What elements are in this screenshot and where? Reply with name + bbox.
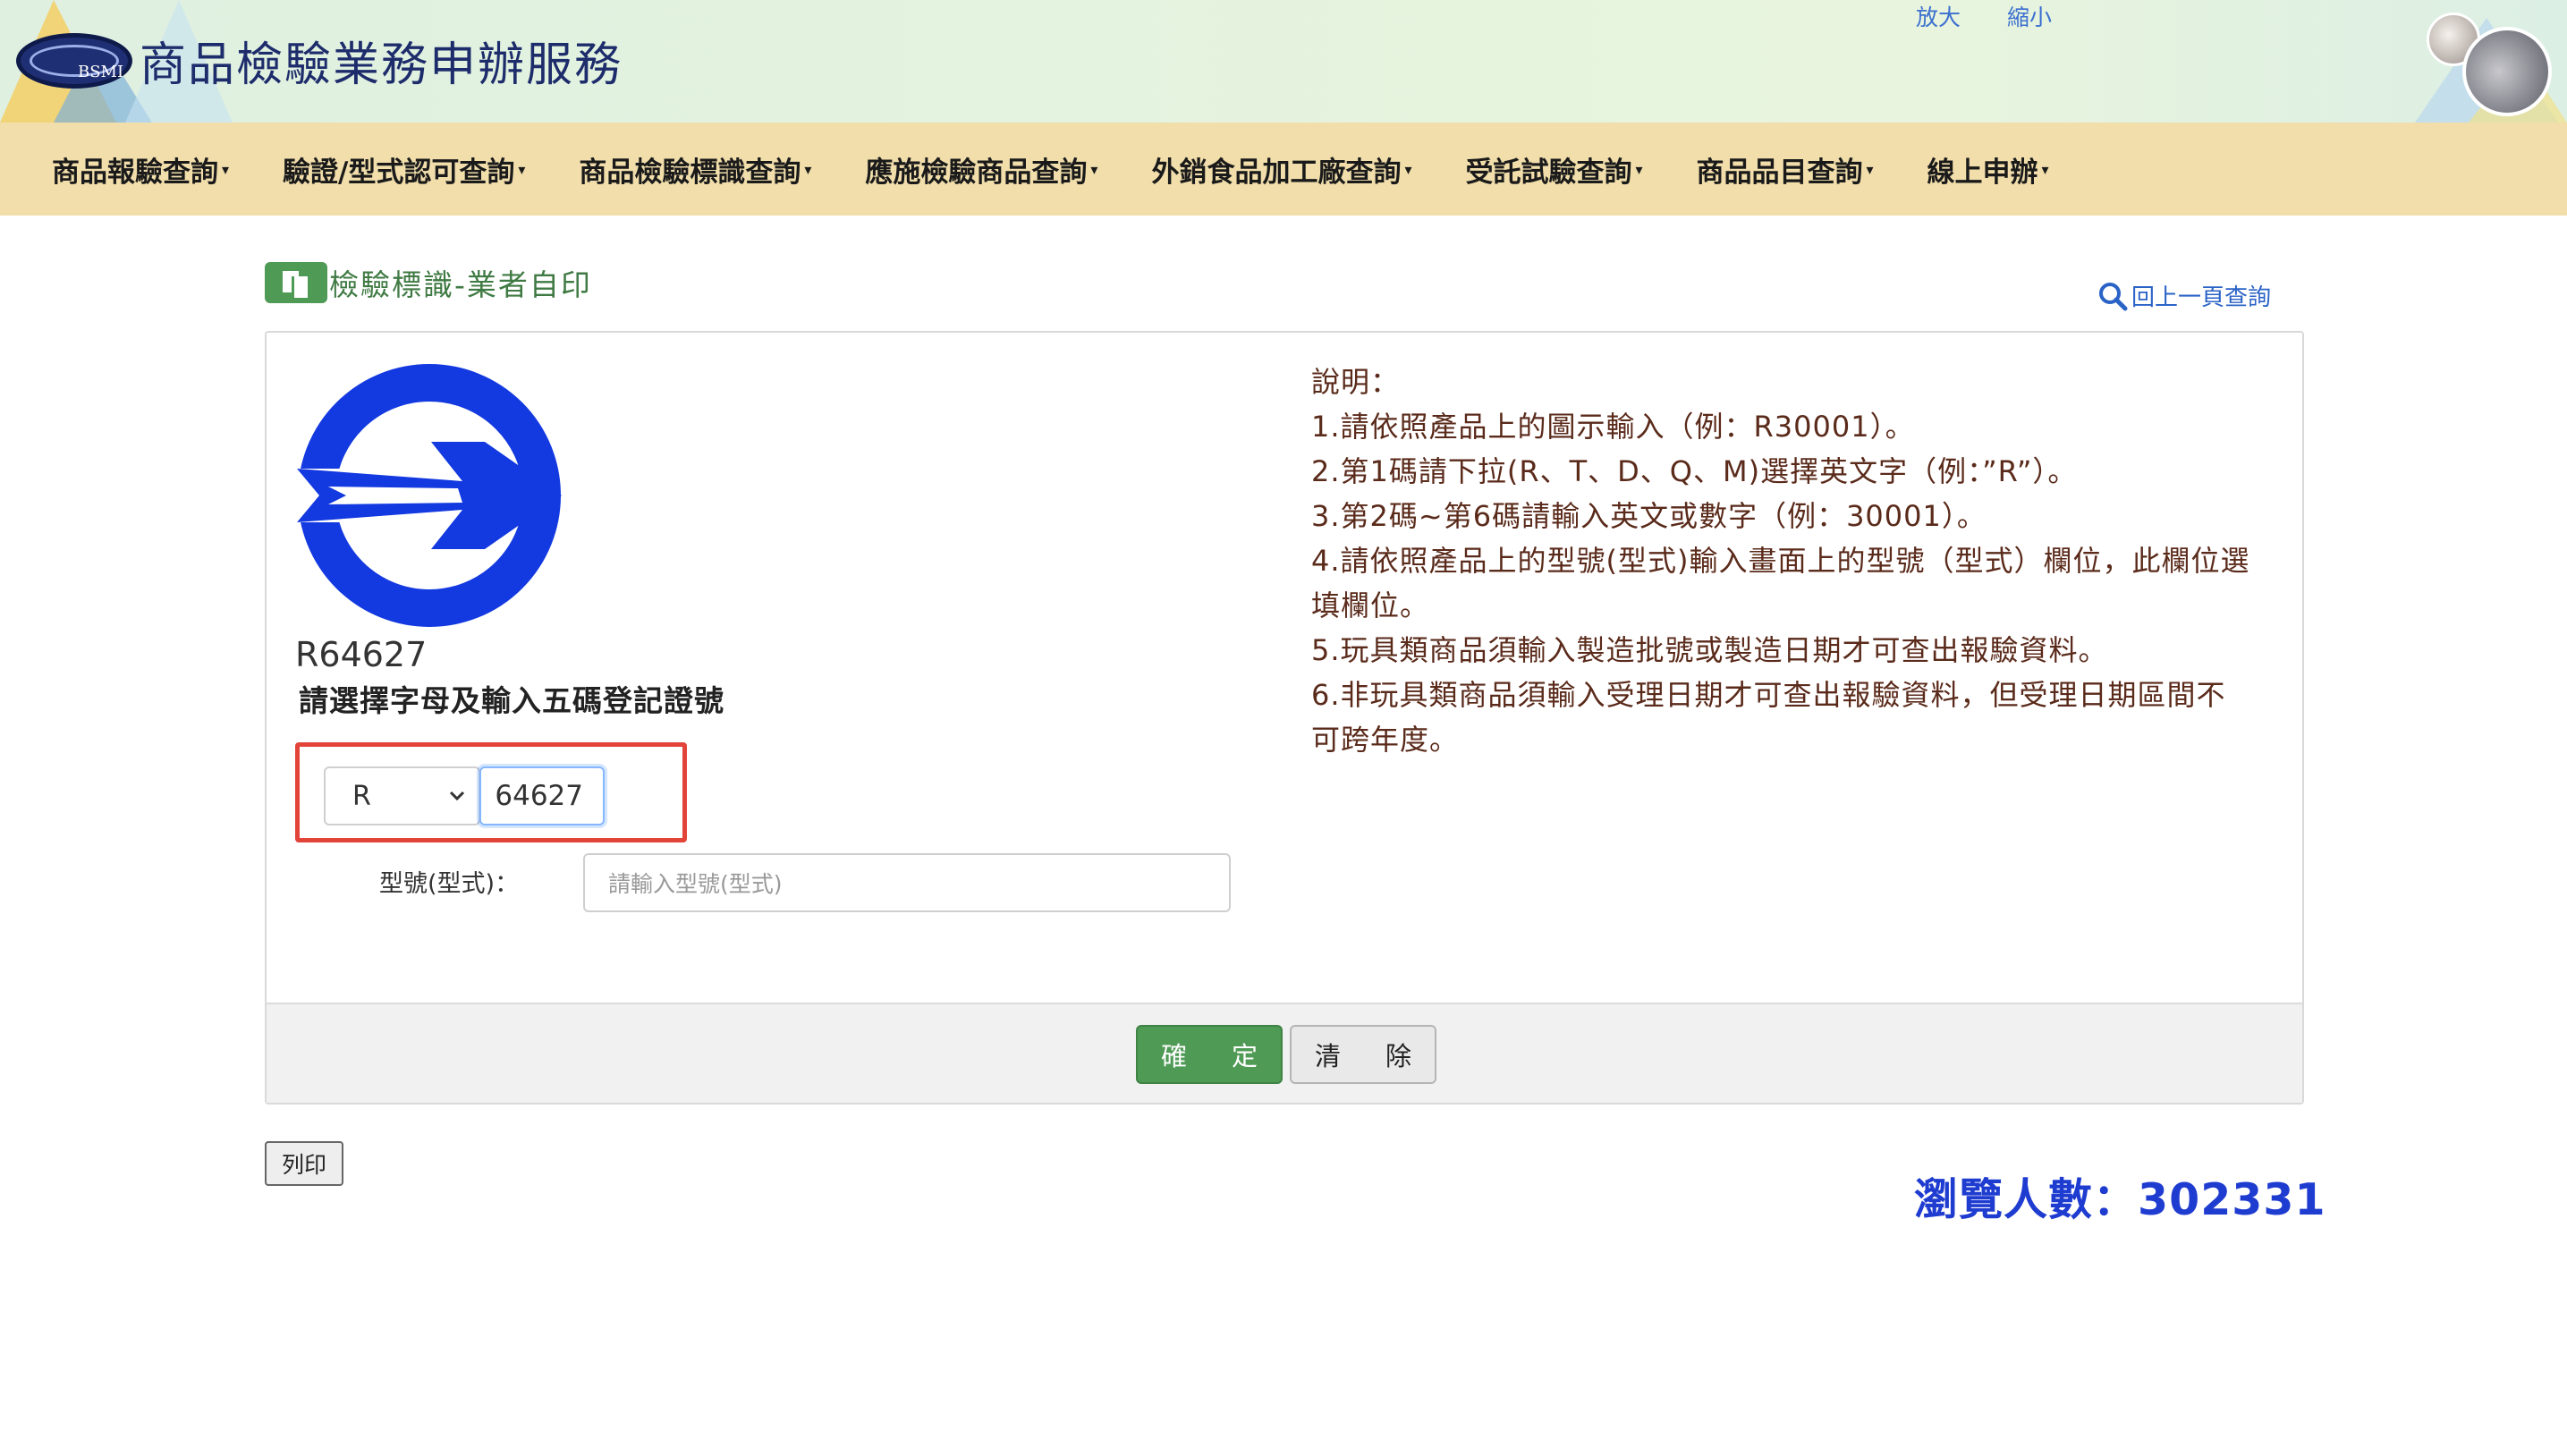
print-button[interactable]: 列印 <box>265 1141 343 1186</box>
confirm-label-part: 定 <box>1231 1041 1258 1071</box>
model-input-placeholder: 請輸入型號(型式) <box>608 871 783 897</box>
zoom-in-link[interactable]: 放大 <box>1916 4 1961 30</box>
nav-label: 商品品目查詢 <box>1696 156 1863 189</box>
caret-down-icon: ▾ <box>1866 160 1874 178</box>
site-title: 商品檢驗業務申辦服務 <box>140 38 623 92</box>
instruction-line: 3.第2碼~第6碼請輸入英文或數字（例：30001）。 <box>1311 499 1987 533</box>
instruction-line: 4.請依照產品上的型號(型式)輸入畫面上的型號（型式）欄位，此欄位選填欄位。 <box>1311 544 2250 622</box>
caret-down-icon: ▾ <box>2041 160 2049 178</box>
search-icon <box>2099 282 2128 310</box>
photo-circle-large <box>2462 27 2552 116</box>
caret-down-icon: ▾ <box>1090 160 1098 178</box>
model-label: 型號(型式)： <box>379 870 520 898</box>
model-input[interactable]: 請輸入型號(型式) <box>583 853 1231 912</box>
nav-label: 驗證/型式認可查詢 <box>283 156 515 189</box>
zoom-out-link[interactable]: 縮小 <box>2007 4 2052 30</box>
nav-label: 受託試驗查詢 <box>1465 156 1632 189</box>
back-link-label: 回上一頁查詢 <box>2131 284 2272 311</box>
nav-item-product-category-query[interactable]: 商品品目查詢 ▾ <box>1670 149 1901 190</box>
instructions-heading: 說明： <box>1311 365 1401 399</box>
inspection-mark-icon <box>297 364 562 627</box>
bsmi-logo-icon: BSMI <box>16 32 132 89</box>
nav-item-test-query[interactable]: 受託試驗查詢 ▾ <box>1438 149 1669 190</box>
section-heading: 檢驗標識-業者自印 <box>265 261 592 304</box>
caret-down-icon: ▾ <box>1404 160 1412 178</box>
section-title: 檢驗標識-業者自印 <box>329 267 592 302</box>
registration-code-input-value: 64627 <box>495 780 583 812</box>
chevron-down-icon <box>449 791 465 801</box>
nav-label: 線上申辦 <box>1927 156 2038 189</box>
back-to-query-link[interactable]: 回上一頁查詢 <box>2097 279 2271 312</box>
instruction-line: 2.第1碼請下拉(R、T、D、Q、M)選擇英文字（例：”R”）。 <box>1311 454 2078 488</box>
clear-label-part: 清 <box>1315 1041 1342 1071</box>
caret-down-icon: ▾ <box>1635 160 1643 178</box>
header-photos <box>2419 7 2554 119</box>
nav-item-regulated-goods-query[interactable]: 應施檢驗商品查詢 ▾ <box>838 149 1124 190</box>
site-logo[interactable]: BSMI 商品檢驗業務申辦服務 <box>16 27 623 94</box>
visitor-count: 瀏覽人數：302331 <box>1914 1174 2326 1225</box>
instruction-line: 5.玩具類商品須輸入製造批號或製造日期才可查出報驗資料。 <box>1311 633 2108 667</box>
letter-select[interactable]: R <box>324 766 480 825</box>
clear-button[interactable]: 清 除 <box>1290 1025 1436 1084</box>
instructions-text: 說明： 1.請依照產品上的圖示輸入（例：R30001）。 2.第1碼請下拉(R、… <box>1311 360 2250 762</box>
document-icon <box>265 262 327 303</box>
caret-down-icon: ▾ <box>804 160 812 178</box>
registration-instruction: 請選擇字母及輸入五碼登記證號 <box>299 683 724 718</box>
nav-item-online-application[interactable]: 線上申辦 ▾ <box>1901 149 2076 190</box>
main-nav: 商品報驗查詢 ▾ 驗證/型式認可查詢 ▾ 商品檢驗標識查詢 ▾ 應施檢驗商品查詢 ▾ 外… <box>0 123 2567 216</box>
panel-footer <box>267 1003 2302 1103</box>
site-header: BSMI 商品檢驗業務申辦服務 放大 縮小 <box>0 0 2567 123</box>
letter-select-value: R <box>352 780 371 812</box>
confirm-label-part: 確 <box>1161 1041 1188 1071</box>
caret-down-icon: ▾ <box>518 160 526 178</box>
nav-item-mark-query[interactable]: 商品檢驗標識查詢 ▾ <box>552 149 838 190</box>
nav-label: 商品報驗查詢 <box>52 156 218 189</box>
nav-label: 應施檢驗商品查詢 <box>865 156 1088 189</box>
logo-text: BSMI <box>78 62 124 81</box>
nav-label: 商品檢驗標識查詢 <box>579 156 801 189</box>
nav-item-inspection-query[interactable]: 商品報驗查詢 ▾ <box>0 149 256 190</box>
nav-label: 外銷食品加工廠查詢 <box>1151 156 1402 189</box>
registration-code-input[interactable]: 64627 <box>479 766 605 825</box>
registration-code: R64627 <box>295 635 428 674</box>
mark-form-panel: R64627 請選擇字母及輸入五碼登記證號 R 64627 型號(型式)： 請輸… <box>265 331 2304 1105</box>
instruction-line: 1.請依照產品上的圖示輸入（例：R30001）。 <box>1311 410 1915 444</box>
nav-item-certification-query[interactable]: 驗證/型式認可查詢 ▾ <box>256 149 552 190</box>
confirm-button[interactable]: 確 定 <box>1136 1025 1283 1084</box>
instruction-line: 6.非玩具類商品須輸入受理日期才可查出報驗資料，但受理日期區間不可跨年度。 <box>1311 678 2226 757</box>
nav-item-food-factory-query[interactable]: 外銷食品加工廠查詢 ▾ <box>1124 149 1438 190</box>
caret-down-icon: ▾ <box>222 160 230 178</box>
clear-label-part: 除 <box>1385 1041 1411 1071</box>
zoom-controls: 放大 縮小 <box>1916 0 2091 32</box>
